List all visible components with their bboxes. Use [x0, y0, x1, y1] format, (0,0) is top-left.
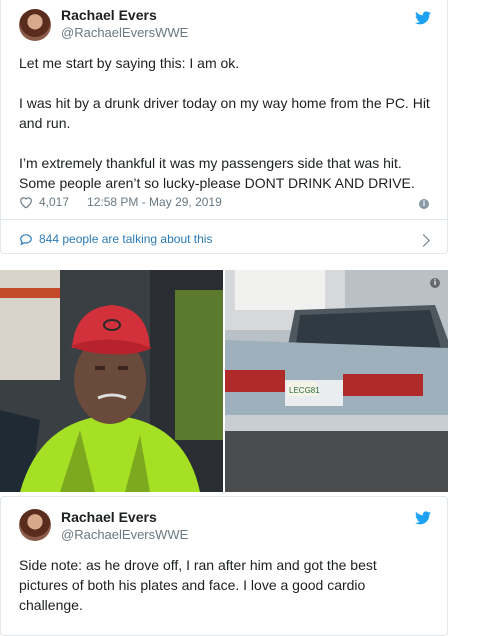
tweet-timestamp[interactable]: 12:58 PM - May 29, 2019	[87, 195, 222, 209]
author-handle[interactable]: @RachaelEversWWE	[61, 527, 188, 542]
tweet-meta: 4,017 12:58 PM - May 29, 2019	[19, 195, 222, 209]
conversation-link[interactable]: 844 people are talking about this	[19, 232, 212, 246]
tweet-card: Rachael Evers @RachaelEversWWE Let me st…	[0, 0, 448, 254]
divider	[1, 219, 447, 220]
avatar[interactable]	[19, 9, 51, 41]
info-icon[interactable]: i	[419, 199, 429, 209]
speech-bubble-icon	[20, 233, 32, 245]
avatar[interactable]	[19, 509, 51, 541]
conversation-count[interactable]: 844 people are talking about this	[39, 232, 212, 246]
photo-car-plate[interactable]: LECG81 i	[225, 270, 448, 492]
author-name[interactable]: Rachael Evers	[61, 7, 157, 23]
tweet-text-line: I’m extremely thankful it was my passeng…	[19, 155, 415, 191]
heart-icon[interactable]	[19, 196, 33, 209]
tweet-text-line: Let me start by saying this: I am ok.	[19, 55, 240, 71]
twitter-bird-icon[interactable]	[415, 511, 431, 525]
license-plate-text: LECG81	[289, 386, 320, 395]
tweet-text-line: I was hit by a drunk driver today on my …	[19, 95, 430, 131]
chevron-right-icon[interactable]	[417, 234, 430, 247]
author-name[interactable]: Rachael Evers	[61, 509, 157, 525]
author-handle[interactable]: @RachaelEversWWE	[61, 25, 188, 40]
tweet-photos: LECG81 i	[0, 270, 448, 492]
tweet-card: Rachael Evers @RachaelEversWWE Side note…	[0, 496, 448, 636]
info-icon[interactable]: i	[430, 278, 440, 288]
like-count[interactable]: 4,017	[39, 195, 69, 209]
photo-driver[interactable]	[0, 270, 223, 492]
twitter-bird-icon[interactable]	[415, 11, 431, 25]
tweet-text: Side note: as he drove off, I ran after …	[19, 557, 377, 613]
